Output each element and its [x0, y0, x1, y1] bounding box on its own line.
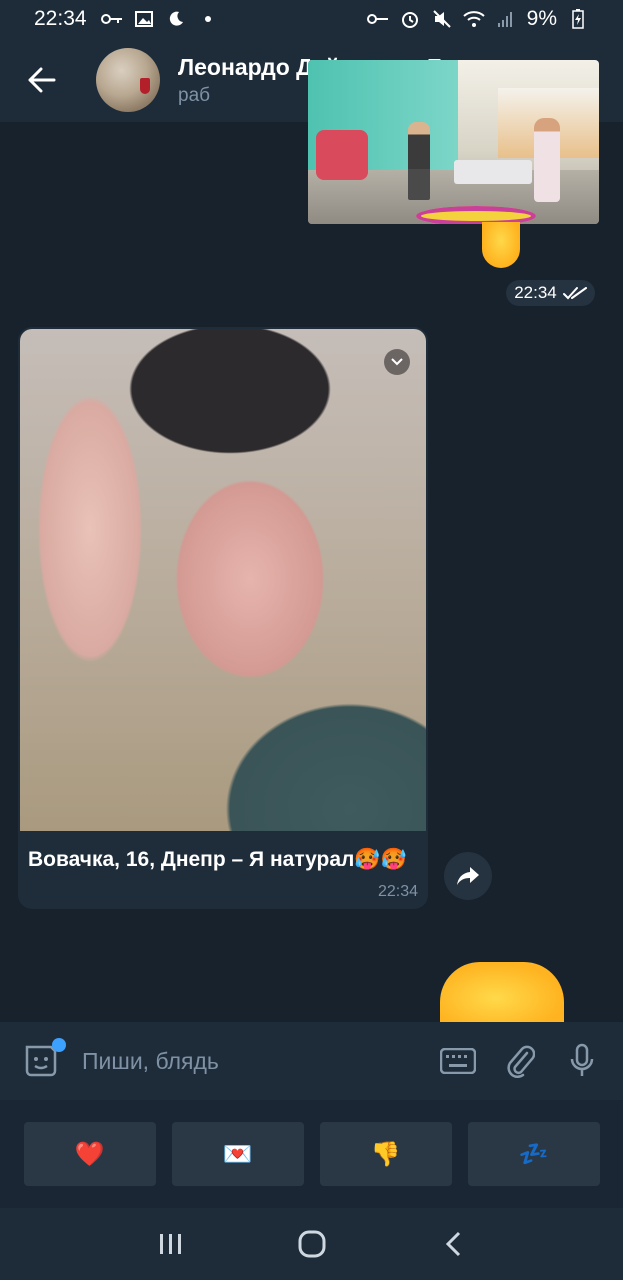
keyboard-icon — [440, 1048, 476, 1074]
profile-photo[interactable] — [20, 329, 426, 831]
received-message-bubble[interactable]: Вовачка, 16, Днепр – Я натурал🥵🥵 22:34 — [18, 327, 428, 909]
reply-sleep-button[interactable]: 💤 — [467, 1122, 600, 1186]
reply-thumbs-down-button[interactable]: 👎 — [319, 1122, 452, 1186]
recent-apps-icon — [159, 1234, 181, 1254]
key-icon — [366, 9, 389, 29]
navigation-bar — [0, 1208, 623, 1280]
quick-reply-keyboard: ❤️ 💌 👎 💤 — [0, 1100, 623, 1208]
home-icon — [298, 1230, 325, 1258]
status-bar: 22:34 9% — [0, 0, 623, 38]
arrow-left-icon — [28, 67, 56, 93]
reply-heart-button[interactable]: ❤️ — [23, 1122, 156, 1186]
image-icon — [133, 9, 155, 29]
mute-icon — [431, 9, 453, 29]
avatar[interactable] — [96, 48, 160, 112]
share-button[interactable] — [444, 852, 492, 900]
double-check-icon — [562, 287, 587, 300]
message-input-bar: Пиши, блядь — [0, 1022, 623, 1100]
thumbs-up-sticker[interactable] — [440, 962, 564, 1022]
back-button[interactable] — [22, 60, 62, 100]
sent-message-time: 22:34 — [506, 280, 595, 306]
thumbs-down-sticker[interactable] — [482, 222, 520, 268]
notification-dot — [52, 1038, 66, 1052]
key-icon — [100, 9, 123, 29]
moon-icon — [165, 9, 187, 29]
battery-text: 9% — [526, 7, 557, 30]
attach-button[interactable] — [501, 1042, 539, 1080]
chevron-down-icon — [391, 358, 403, 366]
message-caption: Вовачка, 16, Днепр – Я натурал🥵🥵 — [28, 848, 407, 871]
status-time: 22:34 — [34, 7, 87, 30]
sent-time-text: 22:34 — [514, 283, 557, 302]
recent-apps-button[interactable] — [151, 1224, 191, 1264]
wifi-icon — [462, 9, 485, 29]
reply-love-letter-button[interactable]: 💌 — [171, 1122, 304, 1186]
dot-icon — [197, 9, 219, 29]
paperclip-icon — [507, 1045, 535, 1078]
received-message-time: 22:34 — [377, 883, 418, 900]
microphone-icon — [570, 1043, 594, 1076]
message-input[interactable]: Пиши, блядь — [82, 1048, 415, 1075]
microphone-button[interactable] — [563, 1042, 601, 1080]
signal-icon — [495, 9, 517, 29]
forward-arrow-icon — [457, 867, 479, 885]
keyboard-button[interactable] — [439, 1042, 477, 1080]
home-button[interactable] — [292, 1224, 332, 1264]
battery-charging-icon — [567, 9, 589, 29]
chevron-left-icon — [445, 1231, 460, 1257]
video-thumbnail[interactable] — [308, 60, 599, 224]
sticker-button[interactable] — [22, 1038, 66, 1080]
message-menu-button[interactable] — [384, 349, 410, 375]
back-nav-button[interactable] — [433, 1224, 473, 1264]
alarm-icon — [399, 9, 421, 29]
